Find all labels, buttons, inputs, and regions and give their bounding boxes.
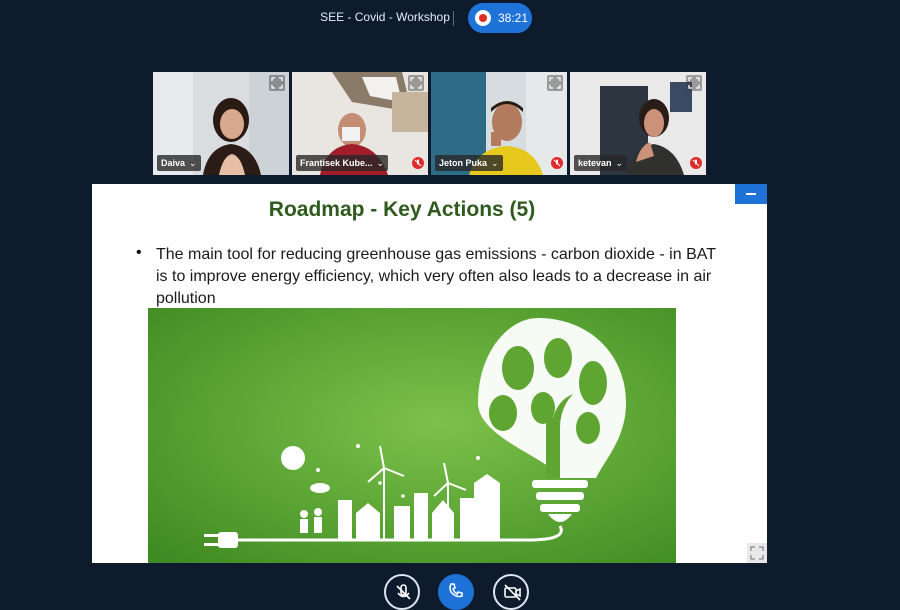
phone-icon xyxy=(449,583,463,598)
recording-timer: 38:21 xyxy=(498,11,529,25)
camera-off-icon xyxy=(504,584,521,601)
chevron-down-icon[interactable]: ⌄ xyxy=(377,158,385,168)
camera-toggle-button[interactable] xyxy=(493,574,529,610)
microphone-muted-icon xyxy=(396,584,411,600)
participant-tile-daiva[interactable]: Daiva ⌄ xyxy=(153,72,289,175)
mute-microphone-button[interactable] xyxy=(384,574,420,610)
slide-title: Roadmap - Key Actions (5) xyxy=(268,198,536,221)
participant-name-label: Frantisek Kube... ⌄ xyxy=(296,155,389,171)
microphone-muted-icon xyxy=(412,157,424,169)
record-icon xyxy=(475,10,491,26)
expand-icon[interactable] xyxy=(269,75,285,91)
call-controls xyxy=(0,570,900,610)
participant-name: ketevan xyxy=(578,158,612,168)
chevron-down-icon[interactable]: ⌄ xyxy=(189,158,197,168)
chevron-down-icon[interactable]: ⌄ xyxy=(616,158,624,168)
participant-name: Frantisek Kube... xyxy=(300,158,373,168)
expand-icon[interactable] xyxy=(686,75,702,91)
participant-tile-jeton[interactable]: Jeton Puka ⌄ xyxy=(431,72,567,175)
participant-tile-ketevan[interactable]: ketevan ⌄ xyxy=(570,72,706,175)
slide-bullet-text: The main tool for reducing greenhouse ga… xyxy=(156,246,716,307)
recording-timer-button[interactable]: 38:21 xyxy=(468,3,532,33)
participant-tile-frantisek[interactable]: Frantisek Kube... ⌄ xyxy=(292,72,428,175)
participant-name-label: Jeton Puka ⌄ xyxy=(435,155,503,171)
participant-name: Daiva xyxy=(161,158,186,168)
shared-screen-slide: Roadmap - Key Actions (5) • The main too… xyxy=(92,184,767,563)
participant-name-label: ketevan ⌄ xyxy=(574,155,628,171)
fullscreen-icon[interactable] xyxy=(747,543,767,563)
top-bar: SEE - Covid - Workshop 38:21 xyxy=(0,0,900,40)
bullet-marker: • xyxy=(136,244,142,261)
participant-tiles: Daiva ⌄ Frantisek Kube... ⌄ Jeton Puka ⌄… xyxy=(153,72,707,175)
participant-name: Jeton Puka xyxy=(439,158,488,168)
meeting-title: SEE - Covid - Workshop xyxy=(320,10,450,24)
title-separator xyxy=(453,11,454,26)
end-call-button[interactable] xyxy=(438,574,474,610)
expand-icon[interactable] xyxy=(408,75,424,91)
green-energy-lightbulb-illustration xyxy=(148,308,676,563)
microphone-muted-icon xyxy=(690,157,702,169)
minimize-share-button[interactable] xyxy=(735,184,767,204)
expand-icon[interactable] xyxy=(547,75,563,91)
chevron-down-icon[interactable]: ⌄ xyxy=(491,158,499,168)
participant-name-label: Daiva ⌄ xyxy=(157,155,201,171)
microphone-muted-icon xyxy=(551,157,563,169)
